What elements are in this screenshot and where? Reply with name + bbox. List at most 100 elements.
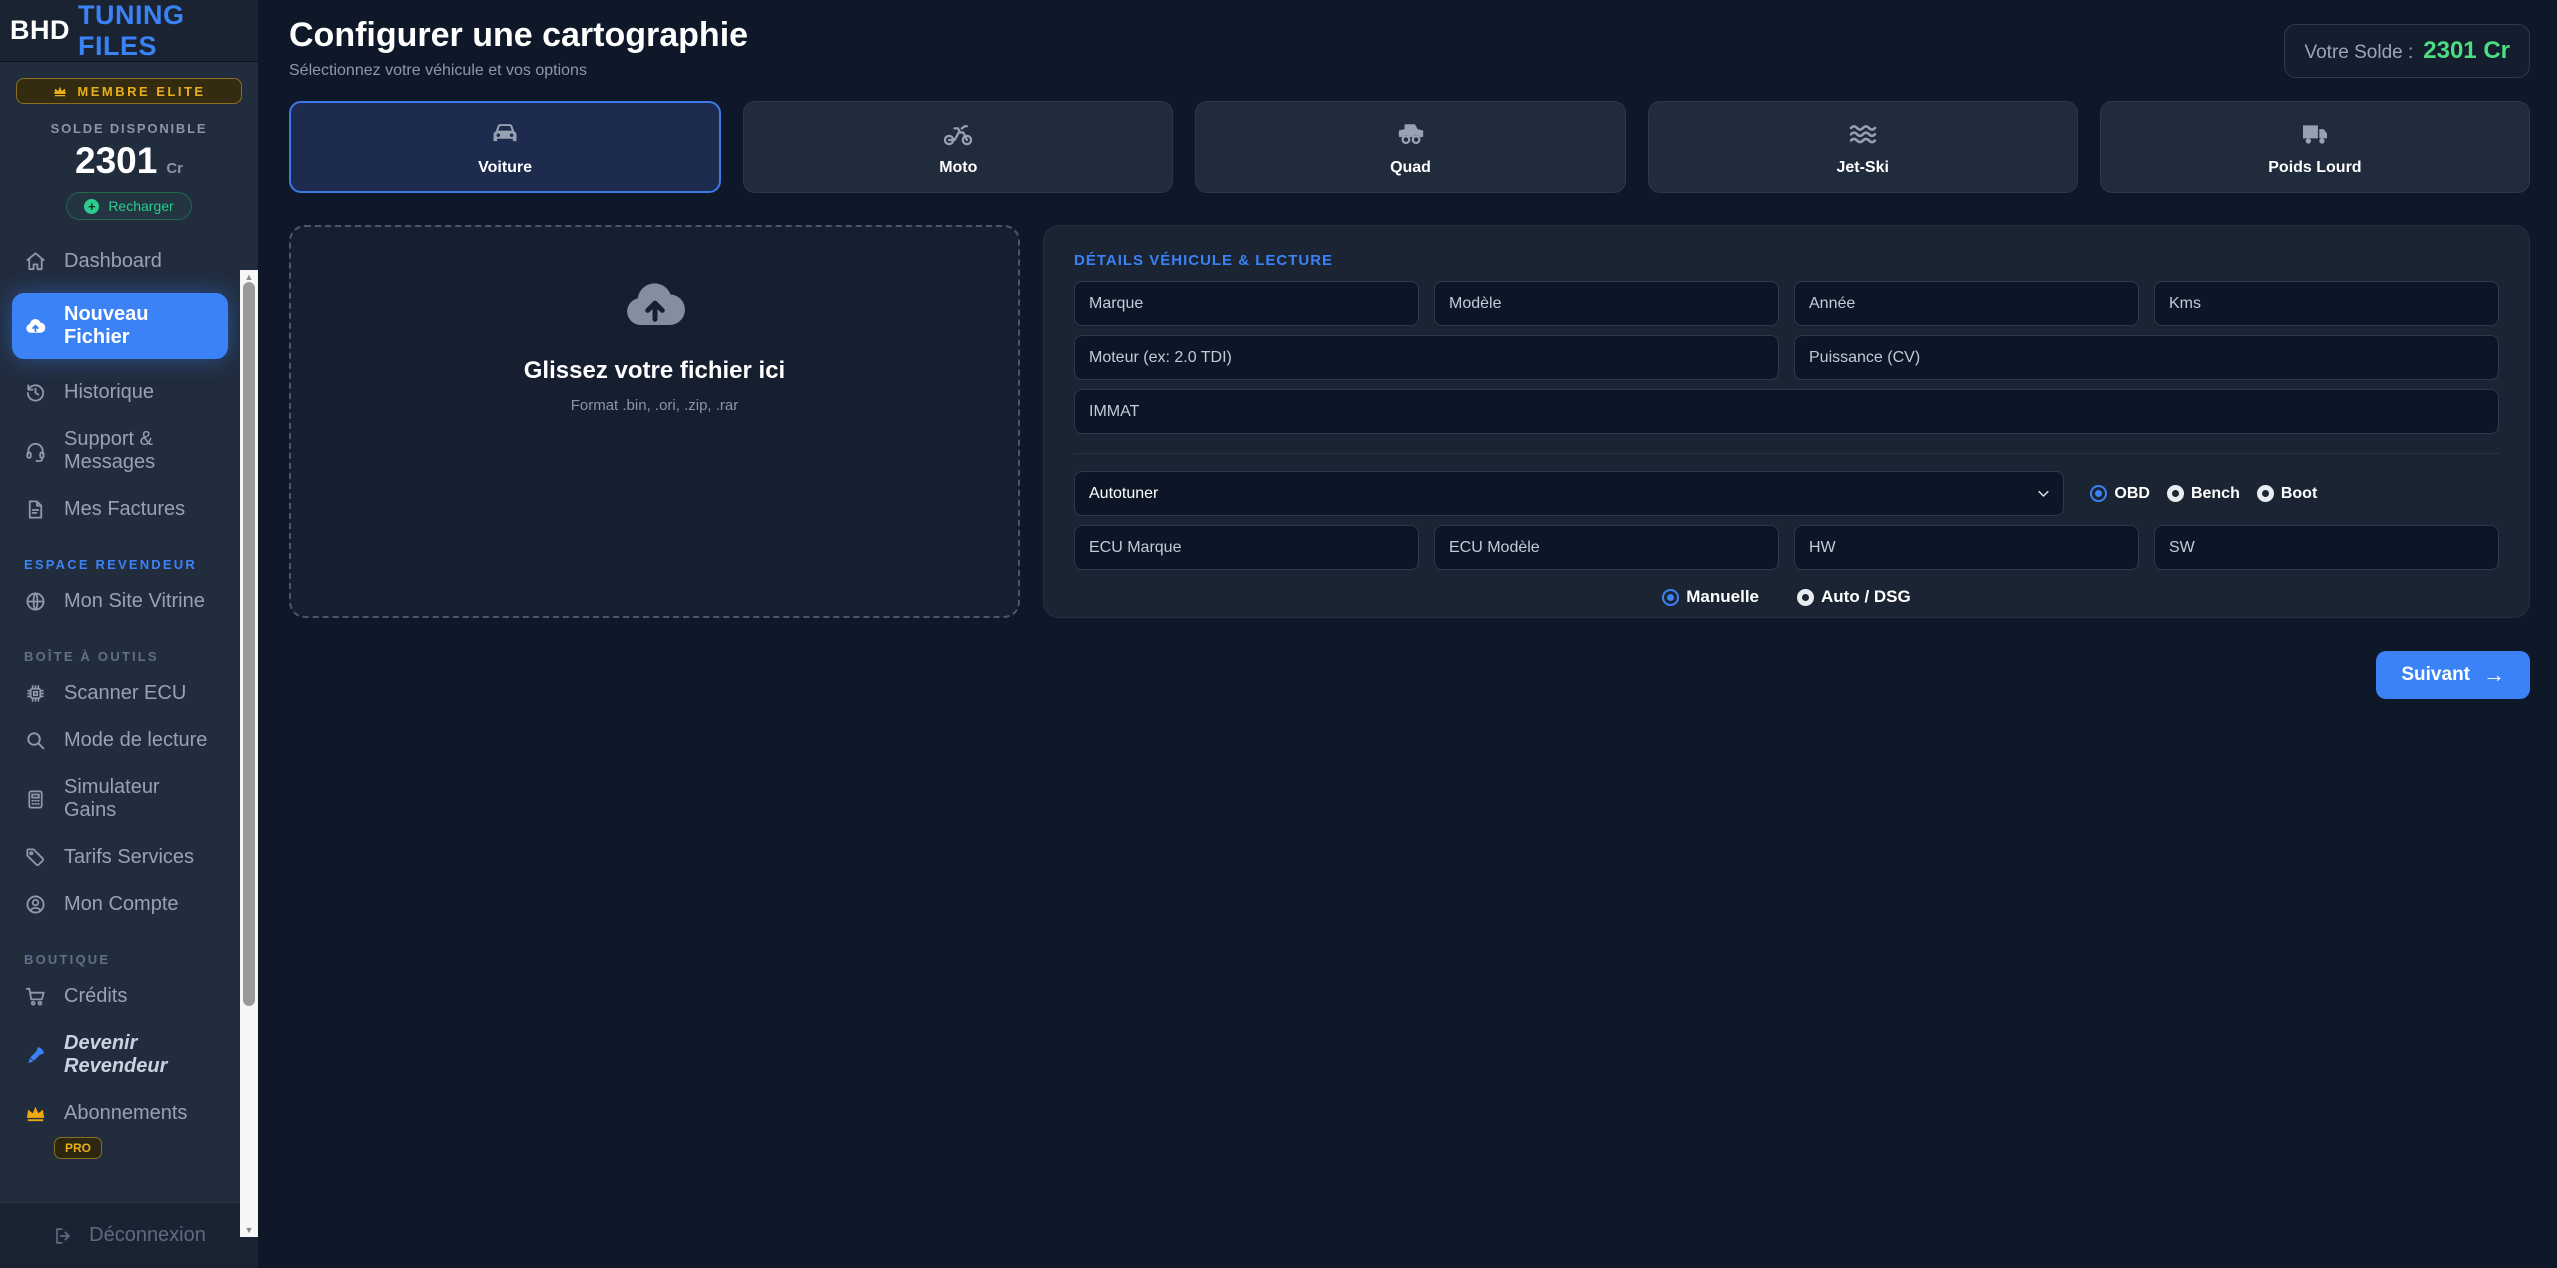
- sidebar-item-label: Mes Factures: [64, 498, 185, 521]
- nav-section-espace-revendeur: ESPACE REVENDEUR: [24, 557, 216, 572]
- ecu-modele-field[interactable]: [1434, 525, 1779, 570]
- immat-field[interactable]: [1074, 389, 2499, 434]
- sidebar-item-abonnements[interactable]: Abonnements: [12, 1092, 228, 1135]
- header-balance-prefix: Votre Solde :: [2304, 42, 2413, 64]
- sidebar-item-label: Mode de lecture: [64, 729, 207, 752]
- radio-label: Manuelle: [1686, 587, 1759, 607]
- truck-icon: [2299, 118, 2331, 150]
- annee-field[interactable]: [1794, 281, 2139, 326]
- calculator-icon: [24, 788, 47, 811]
- ecu-marque-field[interactable]: [1074, 525, 1419, 570]
- brand-logo: BHD TUNING FILES: [0, 0, 258, 62]
- radio-label: Bench: [2191, 485, 2240, 503]
- next-button-label: Suivant: [2401, 664, 2470, 686]
- tool-select[interactable]: Autotuner: [1074, 471, 2064, 516]
- recharge-button[interactable]: + Recharger: [66, 192, 191, 220]
- sidebar-item-historique[interactable]: Historique: [12, 371, 228, 414]
- sidebar-item-label: Support & Messages: [64, 428, 216, 474]
- search-icon: [24, 729, 47, 752]
- crown-icon: [24, 1102, 47, 1125]
- sidebar-item-label: Simulateur Gains: [64, 776, 216, 822]
- radio-label: Boot: [2281, 485, 2317, 503]
- user-circle-icon: [24, 893, 47, 916]
- logout-label: Déconnexion: [89, 1224, 206, 1247]
- sidebar-item-dashboard[interactable]: Dashboard: [12, 240, 228, 283]
- sidebar-item-label: Mon Site Vitrine: [64, 590, 205, 613]
- radio-unselected-icon: [2257, 485, 2274, 502]
- marque-field[interactable]: [1074, 281, 1419, 326]
- sidebar-item-label: Scanner ECU: [64, 682, 186, 705]
- rocket-icon: [24, 1044, 47, 1067]
- home-icon: [24, 250, 47, 273]
- header-balance-value: 2301 Cr: [2423, 37, 2510, 65]
- sidebar-item-nouveau-fichier[interactable]: Nouveau Fichier: [12, 293, 228, 359]
- logout-button[interactable]: Déconnexion: [0, 1202, 258, 1268]
- radio-selected-icon: [2090, 485, 2107, 502]
- radio-boot[interactable]: Boot: [2257, 485, 2317, 503]
- radio-auto-dsg[interactable]: Auto / DSG: [1797, 587, 1911, 607]
- sidebar: BHD TUNING FILES MEMBRE ELITE SOLDE DISP…: [0, 0, 258, 1268]
- scrollbar-down-arrow-icon[interactable]: ▼: [240, 1223, 258, 1237]
- page-title: Configurer une cartographie: [289, 16, 748, 55]
- sidebar-item-mes-factures[interactable]: Mes Factures: [12, 488, 228, 531]
- radio-manuelle[interactable]: Manuelle: [1662, 587, 1759, 607]
- main-content: Configurer une cartographie Sélectionnez…: [258, 0, 2557, 1268]
- sidebar-nav: Dashboard Nouveau Fichier Historique Sup…: [0, 226, 258, 1202]
- radio-unselected-icon: [2167, 485, 2184, 502]
- pro-badge: PRO: [54, 1137, 102, 1159]
- sidebar-item-mode-de-lecture[interactable]: Mode de lecture: [12, 719, 228, 762]
- vehicle-card-voiture[interactable]: Voiture: [289, 101, 721, 193]
- sidebar-item-label: Abonnements: [64, 1102, 187, 1125]
- scrollbar-thumb[interactable]: [243, 282, 255, 1006]
- membership-badge-label: MEMBRE ELITE: [77, 84, 205, 99]
- sidebar-item-scanner-ecu[interactable]: Scanner ECU: [12, 672, 228, 715]
- sidebar-item-mon-compte[interactable]: Mon Compte: [12, 883, 228, 926]
- radio-obd[interactable]: OBD: [2090, 485, 2150, 503]
- membership-badge: MEMBRE ELITE: [16, 78, 242, 104]
- vehicle-card-label: Voiture: [478, 159, 532, 177]
- file-dropzone[interactable]: Glissez votre fichier ici Format .bin, .…: [289, 225, 1020, 618]
- vehicle-card-label: Poids Lourd: [2268, 159, 2361, 177]
- vehicle-card-label: Jet-Ski: [1836, 159, 1888, 177]
- gearbox-radio-group: Manuelle Auto / DSG: [1074, 587, 2499, 607]
- page-subtitle: Sélectionnez votre véhicule et vos optio…: [289, 62, 748, 80]
- sidebar-item-support-messages[interactable]: Support & Messages: [12, 418, 228, 484]
- nav-section-boite-a-outils: BOÎTE À OUTILS: [24, 649, 216, 664]
- moteur-field[interactable]: [1074, 335, 1779, 380]
- vehicle-card-quad[interactable]: Quad: [1195, 101, 1625, 193]
- radio-selected-icon: [1662, 589, 1679, 606]
- sidebar-item-mon-site-vitrine[interactable]: Mon Site Vitrine: [12, 580, 228, 623]
- radio-label: Auto / DSG: [1821, 587, 1911, 607]
- form-divider: [1074, 453, 2499, 454]
- sidebar-balance-card: MEMBRE ELITE SOLDE DISPONIBLE 2301 Cr + …: [0, 62, 258, 226]
- vehicle-type-selector: Voiture Moto Quad Jet-Ski Poids Lourd: [289, 101, 2530, 193]
- sidebar-item-simulateur-gains[interactable]: Simulateur Gains: [12, 766, 228, 832]
- vehicle-card-moto[interactable]: Moto: [743, 101, 1173, 193]
- puissance-field[interactable]: [1794, 335, 2499, 380]
- vehicle-card-jet-ski[interactable]: Jet-Ski: [1648, 101, 2078, 193]
- balance-value: 2301: [75, 140, 157, 182]
- vehicle-card-label: Moto: [939, 159, 977, 177]
- radio-bench[interactable]: Bench: [2167, 485, 2240, 503]
- app-root: BHD TUNING FILES MEMBRE ELITE SOLDE DISP…: [0, 0, 2557, 1268]
- sidebar-item-tarifs-services[interactable]: Tarifs Services: [12, 836, 228, 879]
- plus-circle-icon: +: [84, 199, 99, 214]
- sidebar-item-label: Tarifs Services: [64, 846, 194, 869]
- balance-label: SOLDE DISPONIBLE: [16, 121, 242, 136]
- radio-label: OBD: [2114, 485, 2150, 503]
- read-mode-radio-group: OBD Bench Boot: [2090, 485, 2317, 503]
- sidebar-item-label: Nouveau Fichier: [64, 303, 216, 349]
- sidebar-item-devenir-revendeur[interactable]: Devenir Revendeur: [12, 1022, 228, 1088]
- sidebar-item-credits[interactable]: Crédits: [12, 975, 228, 1018]
- cloud-upload-icon: [24, 315, 47, 338]
- hw-field[interactable]: [1794, 525, 2139, 570]
- sw-field[interactable]: [2154, 525, 2499, 570]
- modele-field[interactable]: [1434, 281, 1779, 326]
- next-button[interactable]: Suivant →: [2376, 651, 2530, 699]
- quad-icon: [1395, 118, 1427, 150]
- invoice-icon: [24, 498, 47, 521]
- vehicle-card-poids-lourd[interactable]: Poids Lourd: [2100, 101, 2530, 193]
- sidebar-scrollbar[interactable]: ▲ ▼: [240, 270, 258, 1237]
- kms-field[interactable]: [2154, 281, 2499, 326]
- brand-logo-right: TUNING FILES: [78, 0, 248, 62]
